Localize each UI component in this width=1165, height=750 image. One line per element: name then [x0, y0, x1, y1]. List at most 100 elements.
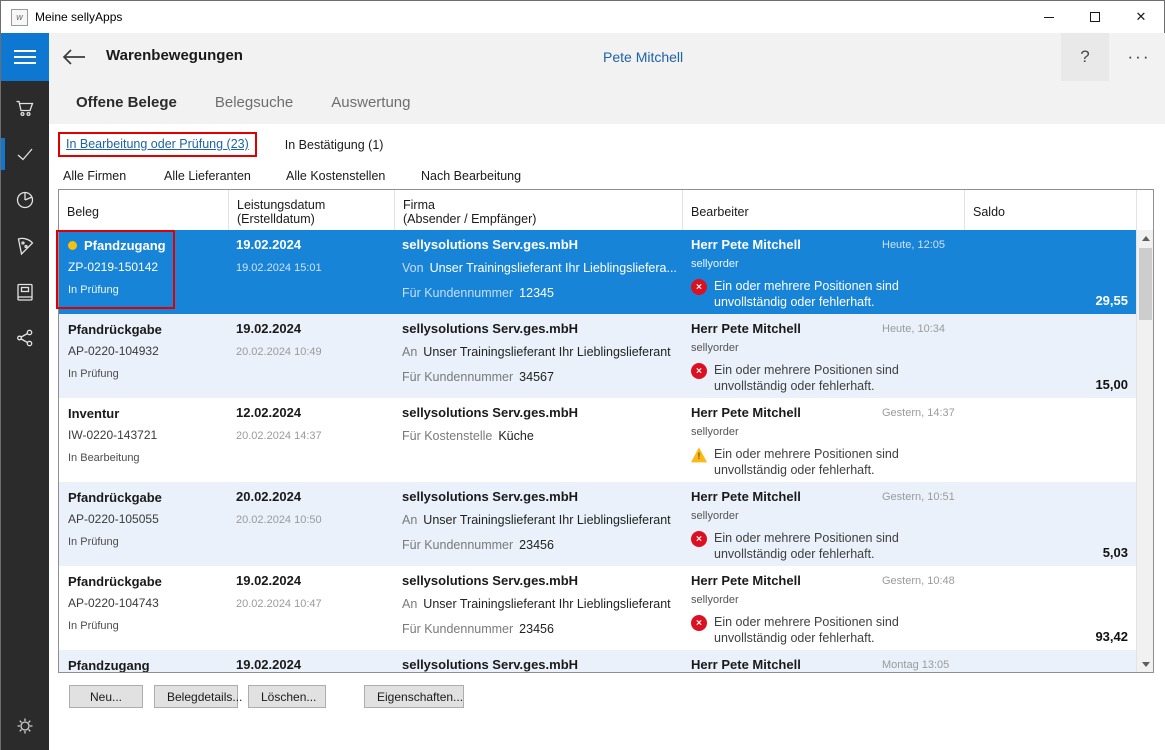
sidebar-item-belege[interactable]	[1, 131, 49, 177]
menu-button[interactable]	[1, 33, 49, 81]
status-tab-in-bearbeitung[interactable]: In Bearbeitung oder Prüfung (23)	[58, 132, 257, 157]
company-name: sellysolutions Serv.ges.mbH	[402, 321, 682, 337]
cell-saldo	[964, 650, 1136, 672]
cell-bearbeiter: Herr Pete Mitchell Heute, 12:05 sellyord…	[682, 230, 964, 314]
reference-value: 23456	[519, 622, 554, 636]
window-controls: ✕	[1026, 1, 1164, 33]
cart-icon	[14, 97, 36, 119]
direction-label: An	[402, 513, 417, 527]
reference-value: 23456	[519, 538, 554, 552]
cell-firma: sellysolutions Serv.ges.mbH	[394, 650, 682, 672]
document-type: Pfandrückgabe	[68, 322, 162, 337]
filter-alle-kostenstellen[interactable]: Alle Kostenstellen	[286, 169, 385, 183]
help-button[interactable]: ?	[1061, 33, 1109, 81]
minimize-button[interactable]	[1026, 1, 1072, 33]
partner-name: Unser Trainingslieferant Ihr Lieblingsli…	[423, 597, 670, 611]
cell-beleg: Inventur IW-0220-143721 In Bearbeitung	[59, 398, 228, 482]
sidebar-item-settings[interactable]	[1, 703, 49, 749]
sidebar-item-share[interactable]	[1, 315, 49, 361]
close-button[interactable]: ✕	[1118, 1, 1164, 33]
reference-value: 34567	[519, 370, 554, 384]
cell-leistungsdatum: 12.02.2024 20.02.2024 14:37	[228, 398, 394, 482]
close-icon: ✕	[1136, 9, 1147, 25]
company-name: sellysolutions Serv.ges.mbH	[402, 657, 682, 672]
scroll-down-button[interactable]	[1137, 656, 1154, 672]
direction-label: An	[402, 597, 417, 611]
partner-name: Unser Trainingslieferant Ihr Lieblingsli…	[423, 345, 670, 359]
company-name: sellysolutions Serv.ges.mbH	[402, 489, 682, 505]
table-row[interactable]: Inventur IW-0220-143721 In Bearbeitung 1…	[59, 398, 1136, 482]
sidebar-item-auswertung[interactable]	[1, 177, 49, 223]
cell-leistungsdatum: 20.02.2024 20.02.2024 10:50	[228, 482, 394, 566]
tab-offene-belege[interactable]: Offene Belege	[76, 94, 177, 111]
user-name[interactable]: Pete Mitchell	[603, 49, 683, 65]
company-name: sellysolutions Serv.ges.mbH	[402, 405, 682, 421]
table-body: Pfandzugang ZP-0219-150142 In Prüfung 19…	[59, 230, 1136, 672]
back-button[interactable]	[61, 46, 89, 68]
details-button[interactable]: Belegdetails...	[154, 685, 238, 708]
status-tab-in-bestaetigung[interactable]: In Bestätigung (1)	[285, 138, 384, 152]
new-button[interactable]: Neu...	[69, 685, 143, 708]
reference-label: Für Kostenstelle	[402, 429, 492, 443]
settings-gear-icon	[13, 714, 37, 738]
cell-firma: sellysolutions Serv.ges.mbH VonUnser Tra…	[394, 230, 682, 314]
vertical-scrollbar[interactable]	[1136, 230, 1153, 672]
arrow-up-icon	[1142, 236, 1150, 241]
main-area: Warenbewegungen Pete Mitchell ? ··· Offe…	[49, 33, 1165, 750]
table-row[interactable]: Pfandrückgabe AP-0220-104932 In Prüfung …	[59, 314, 1136, 398]
cell-beleg: Pfandzugang	[59, 650, 228, 672]
table-row[interactable]: Pfandrückgabe AP-0220-105055 In Prüfung …	[59, 482, 1136, 566]
share-icon	[14, 327, 36, 349]
sidebar-nav	[1, 85, 49, 361]
error-icon	[691, 279, 707, 295]
reference-label: Für Kundennummer	[402, 286, 513, 300]
check-icon	[14, 143, 36, 165]
scroll-up-button[interactable]	[1137, 230, 1154, 246]
window-title: Meine sellyApps	[35, 10, 122, 24]
table-row[interactable]: Pfandzugang 19.02.2024 sellysolutions Se…	[59, 650, 1136, 672]
service-date: 19.02.2024	[236, 573, 394, 589]
sidebar-item-pizza[interactable]	[1, 223, 49, 269]
maximize-button[interactable]	[1072, 1, 1118, 33]
source-app: sellyorder	[691, 258, 964, 270]
saldo-value: 29,55	[1095, 293, 1128, 308]
cell-firma: sellysolutions Serv.ges.mbH An Unser Trai…	[394, 566, 682, 650]
error-icon	[691, 531, 707, 547]
warning-icon	[691, 447, 707, 463]
reference-value: 12345	[519, 286, 554, 300]
more-button[interactable]: ···	[1115, 33, 1163, 81]
edit-timestamp: Gestern, 10:51	[882, 491, 955, 503]
properties-button[interactable]: Eigenschaften...	[364, 685, 464, 708]
partner-line: An Unser Trainingslieferant Ihr Lieblings…	[402, 512, 682, 528]
scrollbar-thumb[interactable]	[1139, 248, 1152, 320]
status-dot-icon	[68, 241, 77, 250]
tab-belegsuche[interactable]: Belegsuche	[215, 94, 293, 111]
sidebar-item-cart[interactable]	[1, 85, 49, 131]
partner-name: Unser Trainingslieferant Ihr Lieblingsli…	[423, 513, 670, 527]
alert-message: Ein oder mehrere Positionen sind unvolls…	[691, 278, 964, 310]
delete-button[interactable]: Löschen...	[248, 685, 326, 708]
created-date: 20.02.2024 10:49	[236, 346, 394, 358]
alert-text: Ein oder mehrere Positionen sind unvolls…	[714, 278, 946, 310]
service-date: 19.02.2024	[236, 237, 394, 253]
pizza-slice-icon	[14, 235, 36, 257]
cell-leistungsdatum: 19.02.2024	[228, 650, 394, 672]
cell-saldo: 5,03	[964, 482, 1136, 566]
table-row[interactable]: Pfandzugang ZP-0219-150142 In Prüfung 19…	[59, 230, 1136, 314]
company-name: sellysolutions Serv.ges.mbH	[402, 573, 682, 589]
document-number: AP-0220-104743	[68, 596, 228, 610]
partner-name: Unser Trainingslieferant Ihr Lieblingsli…	[430, 261, 677, 275]
sidebar-item-handbook[interactable]	[1, 269, 49, 315]
filter-nach-bearbeitung[interactable]: Nach Bearbeitung	[421, 169, 521, 183]
alert-message: Ein oder mehrere Positionen sind unvolls…	[691, 530, 964, 562]
table-row[interactable]: Pfandrückgabe AP-0220-104743 In Prüfung …	[59, 566, 1136, 650]
action-button-row: Neu... Belegdetails... Löschen... Eigens…	[49, 685, 1165, 715]
filter-alle-firmen[interactable]: Alle Firmen	[63, 169, 126, 183]
document-status: In Prüfung	[68, 620, 228, 632]
cell-leistungsdatum: 19.02.2024 20.02.2024 10:47	[228, 566, 394, 650]
arrow-down-icon	[1142, 662, 1150, 667]
filter-row: Alle Firmen Alle Lieferanten Alle Kosten…	[49, 166, 1165, 188]
cell-bearbeiter: Herr Pete Mitchell Gestern, 14:37 sellyo…	[682, 398, 964, 482]
filter-alle-lieferanten[interactable]: Alle Lieferanten	[164, 169, 251, 183]
tab-auswertung[interactable]: Auswertung	[331, 94, 410, 111]
